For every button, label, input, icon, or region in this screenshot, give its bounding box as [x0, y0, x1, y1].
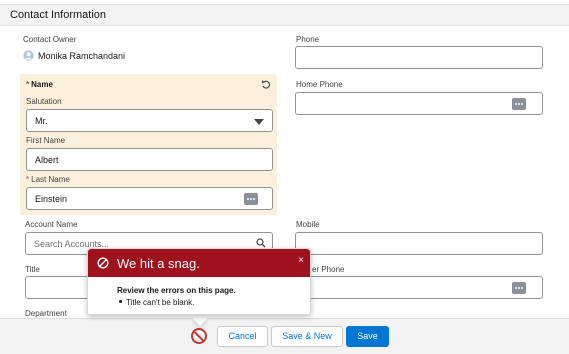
- chevron-down-icon: [254, 119, 264, 125]
- section-title: Contact Information: [10, 9, 106, 21]
- name-panel: * Name Salutation Mr. First Name Albert *…: [20, 74, 277, 215]
- cancel-button[interactable]: Cancel: [217, 326, 268, 347]
- error-icon[interactable]: [191, 328, 207, 344]
- close-icon[interactable]: ×: [298, 255, 304, 266]
- save-button[interactable]: Save: [346, 326, 389, 347]
- first-name-label: First Name: [26, 136, 66, 145]
- salutation-select[interactable]: Mr.: [26, 109, 273, 132]
- error-list-item[interactable]: Title can't be blank.: [126, 298, 194, 307]
- contact-owner-value[interactable]: Monika Ramchandani: [38, 51, 125, 61]
- first-name-input[interactable]: Albert: [26, 148, 273, 171]
- phone-input[interactable]: [295, 46, 543, 69]
- salutation-value: Mr.: [35, 116, 48, 126]
- other-phone-input[interactable]: [295, 276, 543, 299]
- last-name-label: * Last Name: [26, 175, 70, 184]
- account-name-label: Account Name: [25, 220, 78, 229]
- name-label: * Name: [26, 80, 53, 89]
- other-phone-label: er Phone: [312, 265, 345, 274]
- more-icon[interactable]: [244, 193, 258, 205]
- first-name-value: Albert: [35, 155, 59, 165]
- home-phone-input[interactable]: [295, 92, 543, 115]
- last-name-input[interactable]: Einstein: [26, 187, 273, 210]
- user-avatar-icon: [23, 50, 34, 61]
- error-popover-title: We hit a snag.: [117, 256, 200, 271]
- undo-icon[interactable]: [261, 79, 271, 89]
- home-phone-label: Home Phone: [296, 80, 343, 89]
- section-header: Contact Information: [0, 4, 569, 26]
- last-name-value: Einstein: [35, 194, 68, 204]
- mobile-label: Mobile: [296, 220, 320, 229]
- mobile-input[interactable]: [295, 232, 543, 255]
- department-label: Department: [25, 309, 67, 318]
- error-review-text: Review the errors on this page.: [117, 286, 236, 295]
- bullet: [119, 300, 122, 303]
- error-popover-header: We hit a snag. ×: [88, 249, 310, 277]
- more-icon[interactable]: [512, 282, 526, 294]
- error-popover: We hit a snag. × Review the errors on th…: [87, 248, 311, 315]
- more-icon[interactable]: [512, 98, 526, 110]
- error-icon: [97, 257, 109, 269]
- phone-label: Phone: [296, 35, 320, 44]
- contact-owner-label: Contact Owner: [23, 35, 77, 44]
- salutation-label: Salutation: [26, 97, 62, 106]
- save-and-new-button[interactable]: Save & New: [271, 326, 343, 347]
- title-label: Title: [25, 265, 40, 274]
- search-icon[interactable]: [256, 238, 266, 248]
